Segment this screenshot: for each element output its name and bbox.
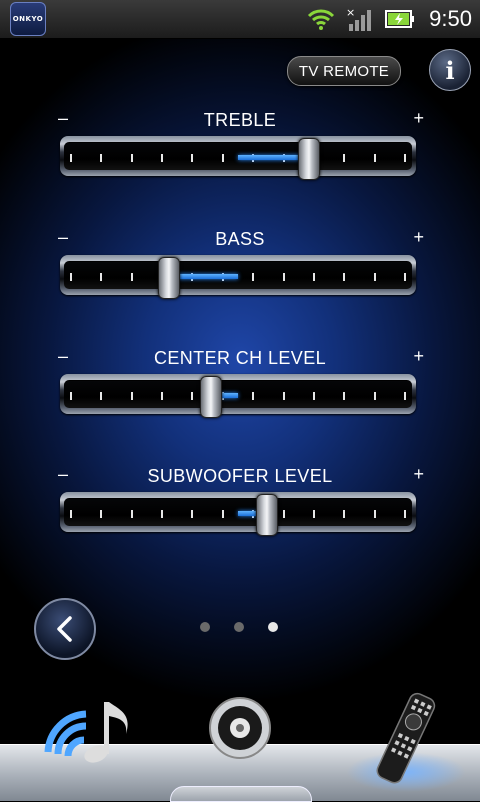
slider-tick [373, 510, 376, 518]
slider-knob[interactable] [255, 494, 278, 536]
slider-tick [252, 273, 255, 281]
slider-tick [373, 154, 376, 162]
slider-tick [70, 510, 72, 518]
slider-tick [191, 392, 194, 400]
tv-remote-button[interactable]: TV REMOTE [287, 56, 401, 86]
page-dot-active[interactable] [268, 622, 278, 632]
speaker-tab[interactable] [200, 690, 280, 790]
slider-tick [252, 392, 255, 400]
page-indicator [200, 622, 278, 632]
slider-tick [282, 510, 285, 518]
tv-remote-label: TV REMOTE [298, 62, 390, 80]
slider-tick [161, 510, 164, 518]
slider-title: SUBWOOFER LEVEL [147, 466, 333, 486]
treble-slider-track[interactable] [60, 136, 416, 180]
slider-tick [282, 273, 285, 281]
page-dot[interactable] [234, 622, 244, 632]
slider-tick [100, 392, 103, 400]
slider-tick [343, 510, 346, 518]
remote-control-icon [376, 692, 436, 784]
minus-label[interactable]: – [58, 464, 68, 485]
subwoofer-level-slider-track[interactable] [60, 492, 416, 536]
music-network-icon [44, 702, 128, 763]
treble-slider-group: TREBLE – + [56, 108, 424, 190]
slider-tick [161, 154, 164, 162]
svg-text:×: × [346, 6, 355, 19]
plus-label[interactable]: + [413, 346, 424, 367]
remote-control-tab[interactable] [360, 690, 450, 790]
slider-tick [161, 392, 164, 400]
bass-slider-track[interactable] [60, 255, 416, 299]
slider-tick [130, 273, 133, 281]
wifi-icon [308, 9, 335, 30]
slider-tick [221, 510, 224, 518]
onkyo-logo-icon: ONKYO [10, 2, 46, 36]
slider-tick [130, 154, 133, 162]
plus-label[interactable]: + [413, 227, 424, 248]
slider-tick [70, 392, 72, 400]
slider-tick [312, 510, 315, 518]
slider-knob[interactable] [200, 376, 223, 418]
slider-tick [343, 273, 346, 281]
slider-tick [404, 273, 406, 281]
plus-label[interactable]: + [413, 108, 424, 129]
slider-tick [191, 154, 194, 162]
page-dot[interactable] [200, 622, 210, 632]
info-icon: i [445, 55, 455, 85]
status-icons: × 9:50 [307, 0, 472, 38]
speaker-icon [209, 697, 271, 759]
slider-tick [312, 273, 315, 281]
center-ch-level-slider-track[interactable] [60, 374, 416, 418]
slider-title: BASS [215, 229, 265, 249]
slider-tick [282, 392, 285, 400]
status-bar: ONKYO × 9:50 [0, 0, 480, 39]
slider-tick [70, 154, 72, 162]
slider-tick [130, 510, 133, 518]
slider-tick [100, 510, 103, 518]
slider-tick [404, 392, 406, 400]
slider-tick [312, 392, 315, 400]
center-ch-level-slider-group: CENTER CH LEVEL – + [56, 346, 424, 428]
slider-tick [221, 154, 224, 162]
info-button[interactable]: i [429, 49, 471, 91]
slider-title: TREBLE [203, 110, 277, 130]
slider-tick [343, 154, 346, 162]
slider-knob[interactable] [158, 257, 181, 299]
status-time: 9:50 [429, 6, 472, 31]
minus-label[interactable]: – [58, 227, 68, 248]
slider-tick [343, 392, 346, 400]
logo-text: ONKYO [12, 15, 44, 23]
slider-tick [404, 510, 406, 518]
plus-label[interactable]: + [413, 464, 424, 485]
music-network-tab[interactable] [40, 690, 140, 790]
battery-charging-icon [385, 10, 415, 28]
bass-slider-group: BASS – + [56, 227, 424, 309]
slider-tick [130, 392, 133, 400]
slider-tick [191, 510, 194, 518]
slider-knob[interactable] [297, 138, 320, 180]
slider-tick [100, 154, 103, 162]
slider-tick [404, 154, 406, 162]
minus-label[interactable]: – [58, 346, 68, 367]
chevron-left-icon [57, 616, 72, 642]
slider-tick [373, 392, 376, 400]
slider-tick [100, 273, 103, 281]
subwoofer-level-slider-group: SUBWOOFER LEVEL – + [56, 464, 424, 546]
signal-icon: × [346, 6, 372, 31]
slider-tick [70, 273, 72, 281]
slider-tick [373, 273, 376, 281]
slider-title: CENTER CH LEVEL [153, 348, 327, 368]
minus-label[interactable]: – [58, 108, 68, 129]
back-button[interactable] [34, 598, 96, 660]
